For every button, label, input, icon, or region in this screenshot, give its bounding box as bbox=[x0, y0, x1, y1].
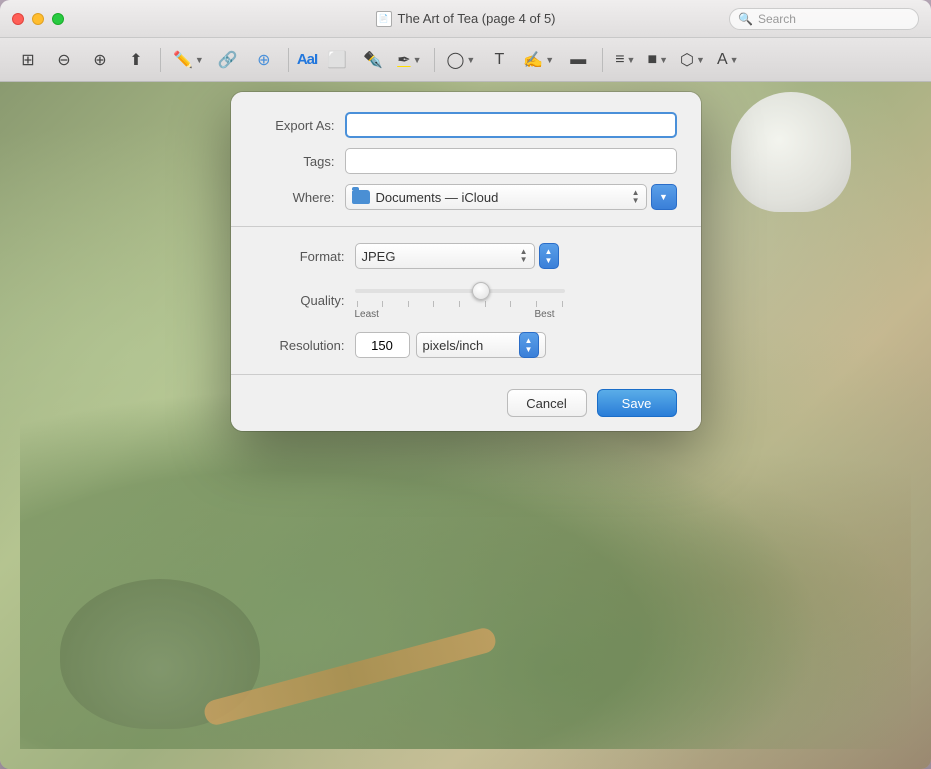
toolbar: ⊞ ⊖ ⊕ ⬆ ✏️ ▼ 🔗 ⊕ AaI ⬜ ✒️ ✒ ▼ ◯ ▼ T ✍ ▼ … bbox=[0, 38, 931, 82]
save-button[interactable]: Save bbox=[597, 389, 677, 417]
sidebar-toggle-button[interactable]: ⊞ bbox=[12, 44, 44, 76]
highlight-tool-button[interactable]: ✒ ▼ bbox=[393, 44, 425, 76]
titlebar: 📄 The Art of Tea (page 4 of 5) 🔍 Search bbox=[0, 0, 931, 38]
cancel-button[interactable]: Cancel bbox=[507, 389, 587, 417]
quality-least-label: Least bbox=[355, 309, 379, 320]
draw-tool-button[interactable]: ✒️ bbox=[357, 44, 389, 76]
tick-8 bbox=[536, 301, 537, 307]
where-label: Where: bbox=[255, 190, 345, 205]
format-label: Format: bbox=[255, 249, 355, 264]
toolbar-divider-2 bbox=[288, 48, 289, 72]
tick-2 bbox=[382, 301, 383, 307]
dialog-bottom-section: Format: JPEG ▲ ▼ ▲ ▼ bbox=[231, 227, 701, 374]
close-button[interactable] bbox=[12, 13, 24, 25]
titlebar-right: 🔍 Search bbox=[729, 8, 919, 30]
zoom-in-button[interactable]: ⊕ bbox=[84, 44, 116, 76]
shape-tool-button[interactable]: ◯ ▼ bbox=[443, 44, 480, 76]
export-as-label: Export As: bbox=[255, 118, 345, 133]
export-as-input[interactable] bbox=[345, 112, 677, 138]
text-tool-button[interactable]: T bbox=[483, 44, 515, 76]
res-down-icon: ▼ bbox=[525, 345, 533, 354]
export-as-row: Export As: bbox=[255, 112, 677, 138]
minimize-button[interactable] bbox=[32, 13, 44, 25]
quality-row: Quality: bbox=[255, 281, 677, 320]
where-select-inner: Documents — iCloud bbox=[352, 190, 499, 205]
resolution-unit-select[interactable]: pixels/inch ▲ ▼ bbox=[416, 332, 546, 358]
search-icon: 🔍 bbox=[738, 12, 753, 26]
resolution-stepper[interactable]: ▲ ▼ bbox=[519, 332, 539, 358]
font-button[interactable]: A ▼ bbox=[713, 44, 743, 76]
resolution-label: Resolution: bbox=[255, 338, 355, 353]
window-title: 📄 The Art of Tea (page 4 of 5) bbox=[375, 11, 555, 27]
tick-9 bbox=[562, 301, 563, 307]
quality-slider-thumb[interactable] bbox=[472, 282, 490, 300]
tick-7 bbox=[510, 301, 511, 307]
pen-tool-button[interactable]: ✏️ ▼ bbox=[169, 44, 208, 76]
maximize-button[interactable] bbox=[52, 13, 64, 25]
signature-tool-button[interactable]: ✍ ▼ bbox=[519, 44, 558, 76]
tick-3 bbox=[408, 301, 409, 307]
res-up-icon: ▲ bbox=[525, 336, 533, 345]
dialog-top-section: Export As: Tags: Where: Documents — iClo… bbox=[231, 92, 701, 226]
search-input[interactable]: 🔍 Search bbox=[729, 8, 919, 30]
traffic-lights bbox=[12, 13, 64, 25]
format-stepper-button[interactable]: ▲ ▼ bbox=[539, 243, 559, 269]
where-row: Where: Documents — iCloud ▲ ▼ bbox=[255, 184, 677, 210]
selection-tool-button[interactable]: ⬜ bbox=[321, 44, 353, 76]
up-arrow-icon: ▲ bbox=[545, 247, 553, 256]
main-window: 📄 The Art of Tea (page 4 of 5) 🔍 Search … bbox=[0, 0, 931, 769]
quality-slider-track bbox=[355, 289, 565, 293]
zoom-out-button[interactable]: ⊖ bbox=[48, 44, 80, 76]
fill-color-button[interactable]: ⬡ ▼ bbox=[676, 44, 709, 76]
toolbar-divider-1 bbox=[160, 48, 161, 72]
chevron-down-icon: ▼ bbox=[659, 192, 668, 202]
location-button[interactable]: ⊕ bbox=[248, 44, 280, 76]
tick-1 bbox=[357, 301, 358, 307]
format-stepper-down: ▼ bbox=[520, 256, 528, 264]
align-tool-button[interactable]: ≡ ▼ bbox=[611, 44, 639, 76]
tick-5 bbox=[459, 301, 460, 307]
quality-label: Quality: bbox=[255, 293, 355, 308]
share-button[interactable]: ⬆ bbox=[120, 44, 152, 76]
toolbar-divider-3 bbox=[434, 48, 435, 72]
redact-tool-button[interactable]: ▬ bbox=[562, 44, 594, 76]
resolution-row: Resolution: pixels/inch ▲ ▼ bbox=[255, 332, 677, 358]
border-color-button[interactable]: ■ ▼ bbox=[643, 44, 672, 76]
expand-location-button[interactable]: ▼ bbox=[651, 184, 677, 210]
document-icon: 📄 bbox=[375, 11, 391, 27]
tags-row: Tags: bbox=[255, 148, 677, 174]
dialog-buttons: Cancel Save bbox=[231, 375, 701, 431]
dialog-overlay: Export As: Tags: Where: Documents — iClo… bbox=[0, 82, 931, 769]
link-button[interactable]: 🔗 bbox=[212, 44, 244, 76]
tick-6 bbox=[485, 301, 486, 307]
resolution-input[interactable] bbox=[355, 332, 410, 358]
tick-4 bbox=[433, 301, 434, 307]
where-select[interactable]: Documents — iCloud ▲ ▼ bbox=[345, 184, 647, 210]
down-arrow-icon: ▼ bbox=[545, 256, 553, 265]
format-select[interactable]: JPEG ▲ ▼ bbox=[355, 243, 535, 269]
quality-best-label: Best bbox=[534, 309, 554, 320]
quality-labels: Least Best bbox=[355, 309, 555, 320]
tags-input[interactable] bbox=[345, 148, 677, 174]
tags-label: Tags: bbox=[255, 154, 345, 169]
slider-ticks bbox=[355, 301, 565, 307]
export-dialog: Export As: Tags: Where: Documents — iClo… bbox=[231, 92, 701, 431]
format-row: Format: JPEG ▲ ▼ ▲ ▼ bbox=[255, 243, 677, 269]
stepper-down-icon: ▼ bbox=[632, 197, 640, 205]
toolbar-divider-4 bbox=[602, 48, 603, 72]
folder-icon bbox=[352, 190, 370, 204]
main-content: Export As: Tags: Where: Documents — iClo… bbox=[0, 82, 931, 769]
font-size-icon: AaI bbox=[297, 51, 317, 68]
